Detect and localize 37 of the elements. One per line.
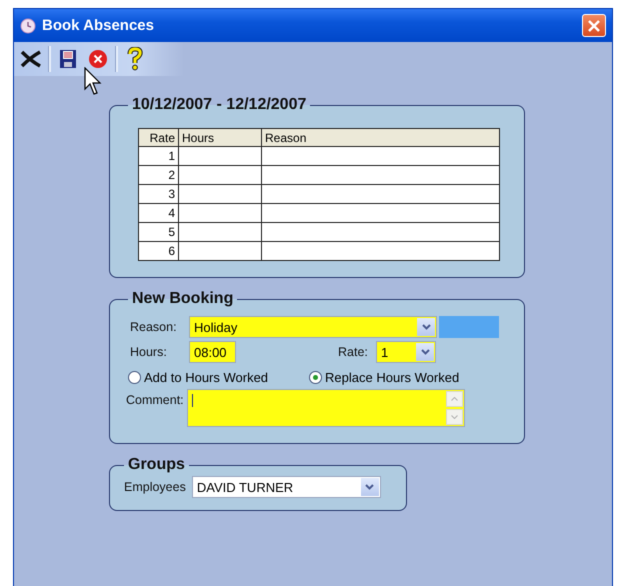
- caret-icon: [422, 324, 430, 330]
- table-cell: 1: [138, 146, 178, 166]
- radio-option[interactable]: Add to Hours Worked: [128, 370, 268, 385]
- pointer-cursor-icon: [84, 67, 104, 97]
- dropdown-button[interactable]: [360, 478, 379, 496]
- table-cell: 3: [138, 184, 178, 204]
- table-cell: 6: [138, 242, 178, 260]
- column-header: Rate: [138, 128, 178, 146]
- caret-icon: [365, 484, 374, 490]
- field-label: Rate:: [338, 345, 369, 359]
- field-label: Hours:: [130, 345, 168, 359]
- group-title: Groups: [127, 456, 186, 474]
- clock-icon: [20, 18, 36, 34]
- caret-icon: [420, 349, 430, 355]
- reason-dropdown[interactable]: Holiday: [189, 316, 437, 338]
- table-cell: 2: [138, 166, 178, 184]
- dropdown-button[interactable]: [416, 343, 434, 361]
- field-label: Employees: [124, 480, 186, 494]
- color-swatch: [439, 316, 499, 338]
- table-cell: 4: [138, 204, 178, 222]
- group-title: 10/12/2007 - 12/12/2007: [131, 96, 308, 114]
- rate-dropdown[interactable]: 1: [376, 341, 436, 363]
- hours-field[interactable]: 08:00: [189, 341, 236, 363]
- group-title: New Booking: [131, 290, 234, 308]
- radio-option[interactable]: Replace Hours Worked: [309, 370, 460, 385]
- radio-button[interactable]: [309, 371, 322, 384]
- field-label: Comment:: [126, 393, 185, 407]
- employees-dropdown[interactable]: DAVID TURNER: [192, 476, 381, 498]
- dropdown-button[interactable]: [417, 318, 435, 336]
- table-cell: 5: [138, 222, 178, 242]
- column-header: Hours: [178, 128, 262, 146]
- radio-button[interactable]: [128, 371, 141, 384]
- field-label: Reason:: [130, 320, 178, 334]
- column-header: Reason: [262, 128, 500, 146]
- close-button[interactable]: [582, 14, 606, 37]
- close-icon: [587, 18, 601, 32]
- window-title: Book Absences: [42, 17, 154, 34]
